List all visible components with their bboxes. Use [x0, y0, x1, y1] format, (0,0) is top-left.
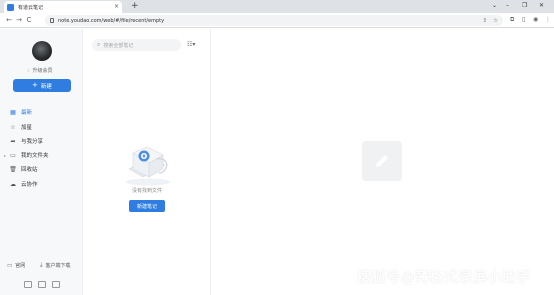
note-list-panel: ⌕ 搜索全部笔记 ☷▾ 没有找到文件 新建笔记: [83, 29, 211, 295]
minimize-icon[interactable]: –: [506, 1, 509, 11]
layout-split-icon[interactable]: [38, 281, 46, 288]
download-icon: ⤓: [40, 262, 43, 268]
extension-icon[interactable]: ⧉: [510, 15, 514, 25]
sidebar-item-folders[interactable]: ▸ ▭ 我的文件夹: [4, 149, 80, 161]
search-placeholder: 搜索全部笔记: [103, 42, 134, 49]
watermark-text: 搜狐号@薄格式录屏小助手: [357, 270, 531, 286]
sidebar-item-trash[interactable]: 🗑 回收站: [8, 163, 80, 175]
profile-icon[interactable]: ◉: [533, 15, 538, 25]
maximize-icon[interactable]: ❐: [522, 1, 527, 11]
upgrade-link[interactable]: ♢ 升级会员: [26, 67, 53, 74]
empty-state-text: 没有找到文件: [131, 188, 162, 194]
app-root: ♢ 升级会员 + 新建 ▦ 最新 ☆ 加星 ➦ 与我分享 ▸ ▭ 我的文件夹 🗑 回…: [0, 29, 554, 295]
sidebar-item-label: 云协作: [21, 182, 38, 188]
browser-toolbar: ← → C note.youdao.com/web/#/file/recent/…: [0, 13, 554, 28]
tab-title: 有道云笔记: [18, 4, 44, 11]
sidebar-item-starred[interactable]: ☆ 加星: [8, 121, 80, 133]
sidebar: ♢ 升级会员 + 新建 ▦ 最新 ☆ 加星 ➦ 与我分享 ▸ ▭ 我的文件夹 🗑 回…: [0, 29, 83, 295]
monitor-icon: ▭: [7, 262, 13, 269]
new-button-label: 新建: [40, 83, 52, 90]
cloud-icon: ☁: [10, 180, 16, 188]
diamond-icon: ♢: [26, 68, 31, 74]
star-icon[interactable]: ☆: [493, 18, 498, 24]
lock-icon: [50, 18, 54, 23]
tab-search-icon[interactable]: ⌄: [492, 1, 497, 11]
folder-icon: ▭: [10, 151, 16, 159]
sidebar-item-collab[interactable]: ☁ 云协作: [8, 178, 80, 190]
forward-icon[interactable]: →: [14, 16, 24, 24]
upgrade-label: 升级会员: [32, 68, 53, 74]
search-input[interactable]: ⌕ 搜索全部笔记: [92, 39, 181, 51]
close-window-icon[interactable]: ✕: [539, 1, 544, 11]
address-bar[interactable]: note.youdao.com/web/#/file/recent/empty …: [45, 15, 503, 26]
website-link[interactable]: ▭ 官网: [7, 262, 26, 270]
view-toggle-icon[interactable]: ☷▾: [187, 41, 195, 48]
youdao-favicon-icon: [7, 3, 14, 11]
tab-close-icon[interactable]: ×: [114, 4, 119, 10]
avatar[interactable]: [32, 41, 52, 61]
download-label: 客户端下载: [45, 263, 71, 269]
layout-full-icon[interactable]: [52, 281, 60, 288]
search-icon: ⌕: [97, 41, 101, 48]
editor-placeholder: [362, 141, 402, 181]
pencil-icon: [376, 155, 388, 167]
tab-strip: 有道云笔记 × + ⌄ – ❐ ✕: [0, 0, 554, 13]
grid-icon: ▦: [10, 108, 16, 116]
share-icon[interactable]: ⇪: [482, 18, 487, 24]
chevron-right-icon[interactable]: ▸: [4, 153, 6, 158]
sidebar-item-label: 我的文件夹: [21, 153, 49, 159]
sidebar-item-label: 最新: [21, 110, 33, 116]
back-icon[interactable]: ←: [4, 16, 14, 24]
sidebar-item-label: 与我分享: [21, 139, 44, 145]
sidebar-item-shared[interactable]: ➦ 与我分享: [8, 135, 80, 147]
star-icon: ☆: [10, 123, 16, 131]
trash-icon: 🗑: [9, 165, 17, 173]
editor-area: [211, 29, 554, 295]
new-button[interactable]: + 新建: [13, 79, 71, 92]
layout-single-icon[interactable]: [24, 281, 32, 288]
share-icon: ➦: [10, 137, 16, 145]
download-client-link[interactable]: ⤓ 客户端下载: [40, 262, 70, 269]
sidepanel-icon[interactable]: ▯: [522, 15, 525, 25]
empty-folder-illustration: [126, 146, 170, 186]
sidebar-item-label: 回收站: [21, 167, 38, 173]
new-note-button[interactable]: 新建笔记: [129, 200, 165, 212]
sidebar-item-label: 加星: [21, 125, 33, 131]
website-label: 官网: [15, 263, 26, 269]
reload-icon[interactable]: C: [24, 16, 34, 24]
sidebar-item-latest[interactable]: ▦ 最新: [8, 106, 80, 118]
menu-icon[interactable]: ⋮: [545, 15, 551, 25]
plus-icon: +: [32, 81, 38, 89]
url-text[interactable]: note.youdao.com/web/#/file/recent/empty: [58, 18, 476, 24]
new-tab-button[interactable]: +: [131, 1, 139, 12]
browser-tab[interactable]: 有道云笔记 ×: [4, 1, 122, 13]
